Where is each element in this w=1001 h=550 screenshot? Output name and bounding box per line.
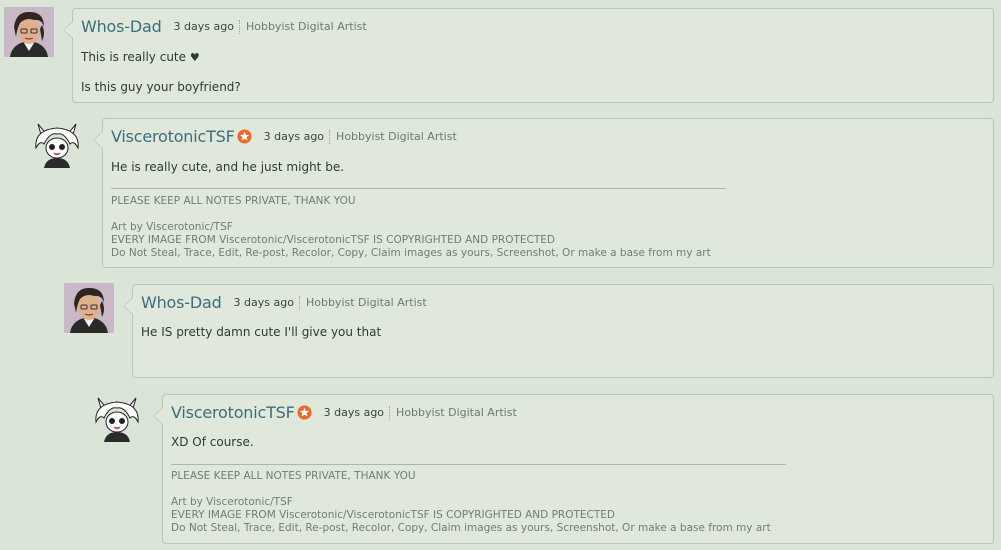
signature-notice: PLEASE KEEP ALL NOTES PRIVATE, THANK YOU <box>171 470 416 482</box>
comment-text-line: He is really cute, and he just might be. <box>111 160 345 174</box>
signature-rules: Do Not Steal, Trace, Edit, Re-post, Reco… <box>111 247 711 259</box>
signature-rules: Do Not Steal, Trace, Edit, Re-post, Reco… <box>171 522 771 534</box>
heart-icon: ♥ <box>189 51 200 64</box>
comment-text-line: This is really cute ♥ <box>81 50 200 64</box>
comment-bubble: Whos-Dad 3 days ago Hobbyist Digital Art… <box>63 8 994 103</box>
timestamp-link[interactable]: 3 days ago <box>234 296 294 309</box>
signature-divider <box>111 188 726 189</box>
signature-copyright: EVERY IMAGE FROM Viscerotonic/Visceroton… <box>111 234 555 246</box>
comment-text-line: XD Of course. <box>171 435 254 449</box>
timestamp-link[interactable]: 3 days ago <box>264 130 324 143</box>
avatar-viscerotonictsf[interactable] <box>32 118 82 168</box>
avatar-viscerotonictsf[interactable] <box>92 392 142 442</box>
signature-credit: Art by Viscerotonic/TSF <box>171 496 293 508</box>
signature-notice: PLEASE KEEP ALL NOTES PRIVATE, THANK YOU <box>111 195 356 207</box>
username-link[interactable]: ViscerotonicTSF <box>171 403 295 422</box>
comment-header: Whos-Dad 3 days ago Hobbyist Digital Art… <box>81 17 367 36</box>
signature-divider <box>171 464 786 465</box>
signature-credit: Art by Viscerotonic/TSF <box>111 221 233 233</box>
comment-header: ViscerotonicTSF 3 days ago Hobbyist Digi… <box>171 403 517 422</box>
comment-bubble: Whos-Dad 3 days ago Hobbyist Digital Art… <box>123 284 994 378</box>
user-role: Hobbyist Digital Artist <box>396 406 517 419</box>
header-divider <box>329 129 331 144</box>
core-member-badge-icon <box>237 129 252 144</box>
comment-header: ViscerotonicTSF 3 days ago Hobbyist Digi… <box>111 127 457 146</box>
timestamp-link[interactable]: 3 days ago <box>324 406 384 419</box>
comment-bubble: ViscerotonicTSF 3 days ago Hobbyist Digi… <box>153 394 994 544</box>
comment-text: This is really cute <box>81 50 187 64</box>
comment-bubble: ViscerotonicTSF 3 days ago Hobbyist Digi… <box>93 118 994 268</box>
comment-header: Whos-Dad 3 days ago Hobbyist Digital Art… <box>141 293 427 312</box>
username-link[interactable]: Whos-Dad <box>141 293 222 312</box>
signature-copyright: EVERY IMAGE FROM Viscerotonic/Visceroton… <box>171 509 615 521</box>
user-role: Hobbyist Digital Artist <box>336 130 457 143</box>
core-member-badge-icon <box>297 405 312 420</box>
avatar-whos-dad[interactable] <box>64 283 114 333</box>
username-link[interactable]: Whos-Dad <box>81 17 162 36</box>
username-link[interactable]: ViscerotonicTSF <box>111 127 235 146</box>
avatar-whos-dad[interactable] <box>4 7 54 57</box>
timestamp-link[interactable]: 3 days ago <box>174 20 234 33</box>
user-role: Hobbyist Digital Artist <box>245 20 367 33</box>
header-divider <box>389 405 391 420</box>
comment-text-line: He IS pretty damn cute I'll give you tha… <box>141 325 382 339</box>
header-divider <box>238 19 240 34</box>
comment-text-line: Is this guy your boyfriend? <box>81 80 241 94</box>
header-divider <box>298 295 300 310</box>
user-role: Hobbyist Digital Artist <box>305 296 427 309</box>
